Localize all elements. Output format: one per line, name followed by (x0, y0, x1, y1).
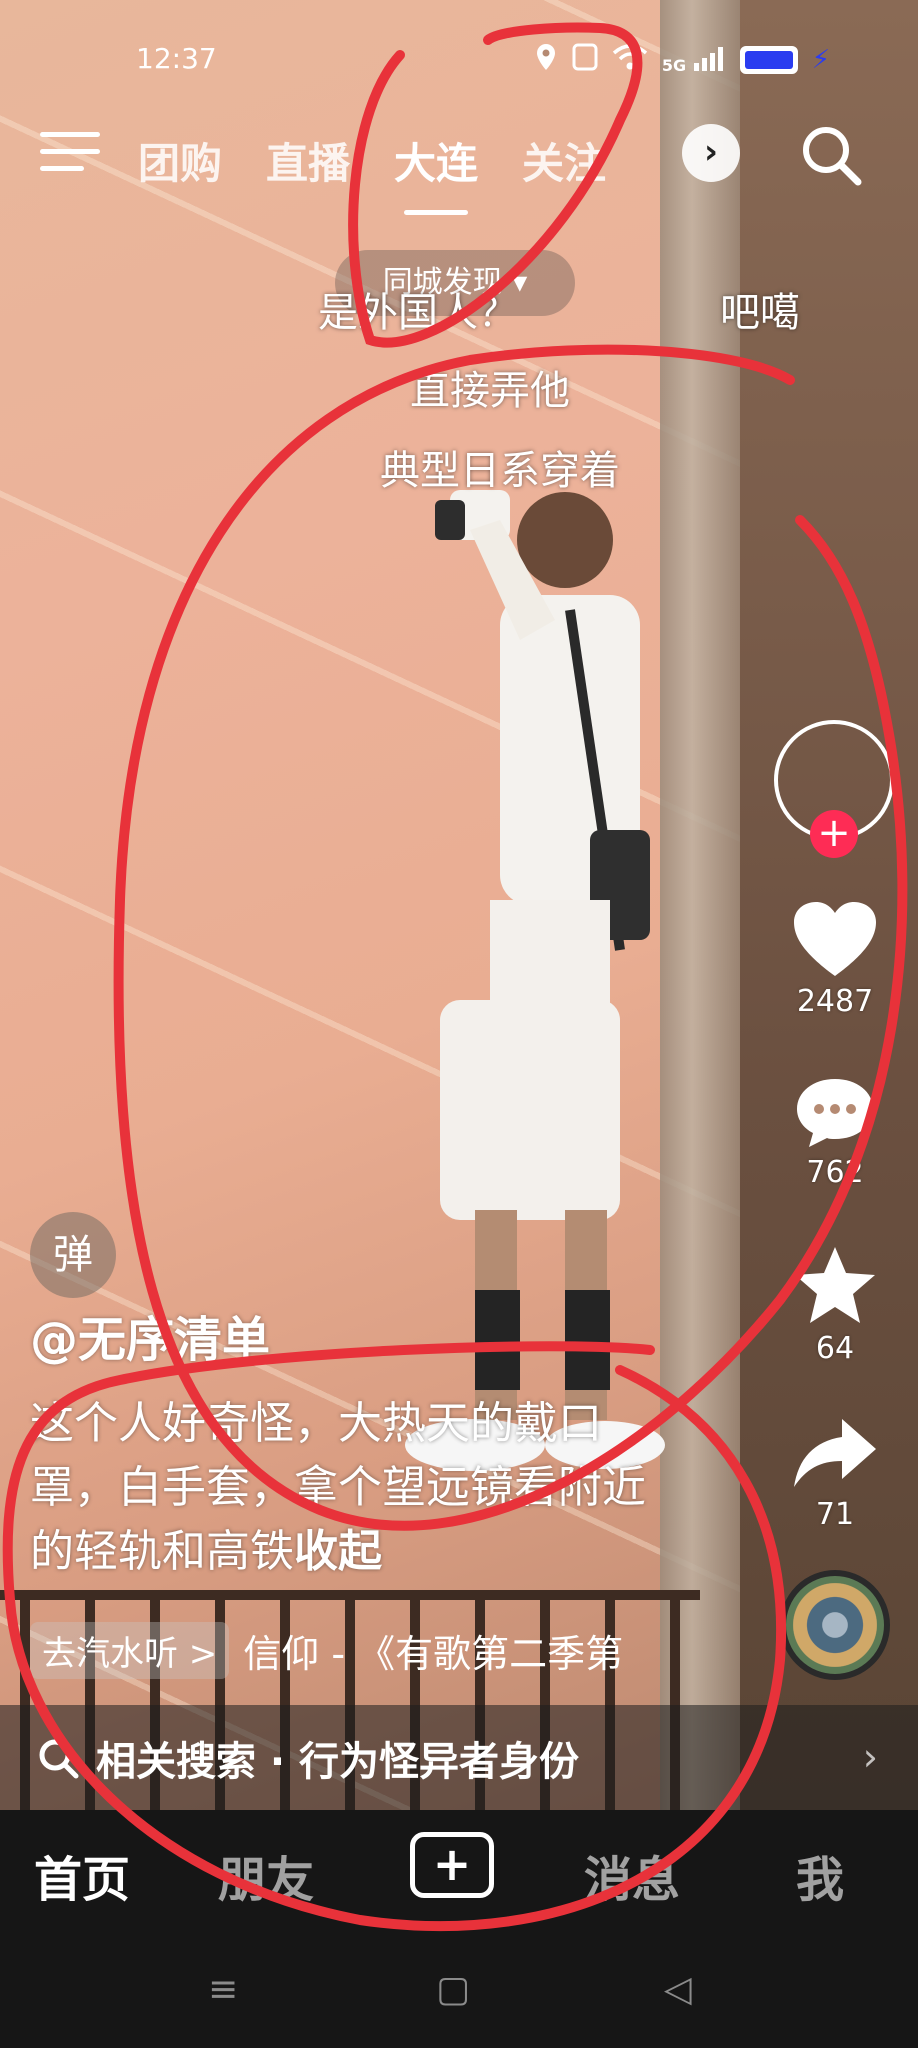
share-count: 71 (815, 1497, 855, 1532)
related-search-text: 相关搜索 · 行为怪异者身份 (96, 1738, 580, 1785)
battery-icon (739, 46, 798, 74)
wifi-icon (612, 43, 648, 77)
favorite-count: 64 (815, 1331, 855, 1366)
video-caption: 这个人好奇怪，大热天的戴口罩，白手套，拿个望远镜看附近的轻轨和高铁收起 (30, 1392, 650, 1584)
tab-live[interactable]: 直播 (266, 130, 350, 191)
danmu-toggle-button[interactable]: 弹 (30, 1212, 116, 1298)
danmu-comment: 典型日系穿着 (380, 448, 620, 494)
charging-icon: ⚡ (811, 45, 830, 75)
comment-count: 762 (806, 1155, 864, 1190)
top-nav: 团购 直播 大连 关注 › (0, 120, 918, 215)
music-disc-icon[interactable] (780, 1570, 890, 1680)
status-bar: 12:37 5G ⚡ (0, 36, 918, 76)
danmu-comment: 是外国人？ (318, 290, 518, 336)
danmu-comment: 吧噶 (720, 290, 800, 336)
related-search-bar[interactable]: 相关搜索 · 行为怪异者身份 › (0, 1705, 918, 1810)
follow-plus-icon[interactable]: + (810, 810, 858, 858)
comment-icon (797, 1079, 873, 1147)
signal-5g-icon: 5G (662, 47, 726, 74)
home-square-icon[interactable]: ▢ (436, 1969, 470, 2010)
collapse-link[interactable]: 收起 (294, 1526, 382, 1577)
comment-button[interactable]: 762 (770, 1075, 900, 1190)
tab-messages[interactable]: 消息 (584, 1840, 680, 1910)
like-count: 2487 (796, 984, 874, 1019)
music-title: 信仰 - 《有歌第二季第 (243, 1631, 624, 1676)
tab-home[interactable]: 首页 (34, 1840, 130, 1910)
nfc-icon (572, 43, 598, 77)
like-button[interactable]: 2487 (770, 900, 900, 1019)
recent-apps-icon[interactable]: ≡ (208, 1969, 238, 2010)
tab-friends[interactable]: 朋友 (218, 1840, 314, 1910)
danmu-comment: 直接弄他 (410, 368, 570, 414)
video-person (405, 490, 665, 1471)
tab-group-buy[interactable]: 团购 (138, 130, 222, 191)
tab-me[interactable]: 我 (796, 1840, 844, 1910)
menu-icon[interactable] (40, 132, 100, 182)
more-tabs-chevron-icon[interactable]: › (682, 124, 740, 182)
system-nav-bar: ≡ ▢ ◁ (0, 1925, 918, 2048)
location-icon (534, 42, 558, 78)
author-name[interactable]: @无序清单 (30, 1300, 270, 1370)
create-plus-button[interactable]: + (410, 1832, 494, 1898)
tab-dalian[interactable]: 大连 (394, 130, 478, 215)
heart-icon (794, 902, 876, 976)
status-icons: 5G ⚡ (534, 42, 830, 78)
bottom-tab-bar: 首页 朋友 + 消息 我 (0, 1810, 918, 1925)
star-icon (795, 1247, 875, 1323)
status-time: 12:37 (136, 42, 217, 75)
chevron-right-icon: › (862, 1735, 878, 1779)
back-triangle-icon[interactable]: ◁ (664, 1969, 692, 2010)
search-icon (39, 1739, 79, 1778)
share-button[interactable]: 71 (770, 1415, 900, 1532)
tab-following[interactable]: 关注 (522, 130, 606, 191)
share-icon (794, 1419, 876, 1487)
favorite-button[interactable]: 64 (770, 1245, 900, 1366)
search-icon[interactable] (796, 120, 866, 190)
music-row[interactable]: 去汽水听 > 信仰 - 《有歌第二季第 (30, 1620, 690, 1680)
top-tabs: 团购 直播 大连 关注 (138, 130, 606, 215)
music-chip[interactable]: 去汽水听 > (30, 1621, 230, 1679)
